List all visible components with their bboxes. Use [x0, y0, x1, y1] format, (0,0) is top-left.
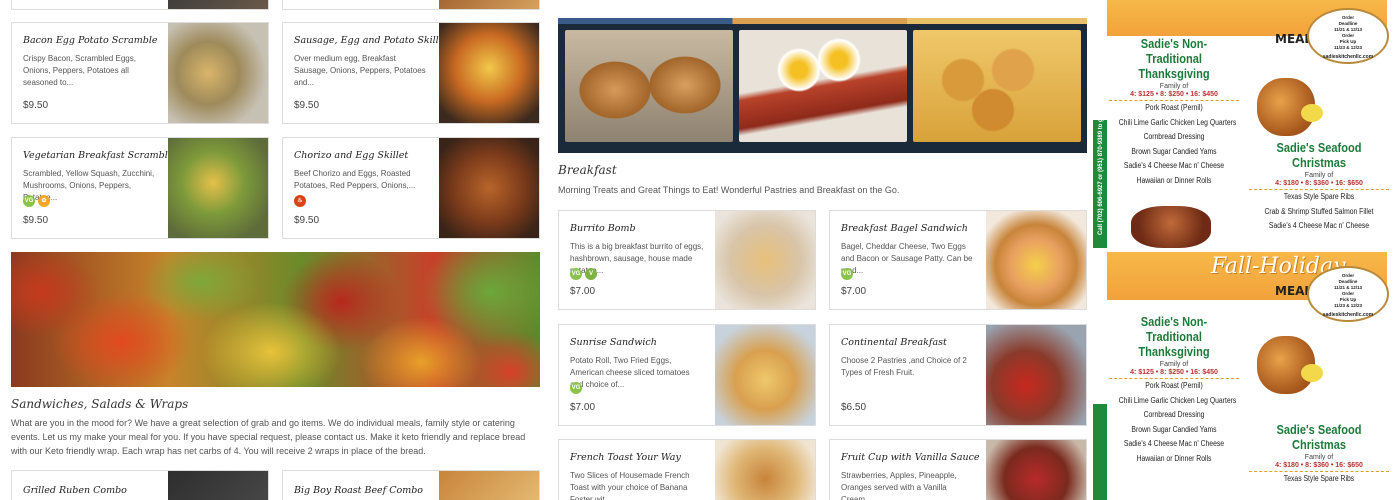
item-price: $9.50 — [294, 215, 320, 226]
bacon-eggs-image — [739, 30, 907, 142]
item-description: Bagel, Cheddar Cheese, Two Eggs and Baco… — [841, 242, 973, 275]
dietary-badges: ♨ — [294, 195, 306, 207]
section-description-breakfast: Morning Treats and Great Things to Eat! … — [558, 185, 900, 195]
christmas-menu: Sadie's Seafood Christmas Family of 4: $… — [1249, 140, 1389, 234]
menu-card[interactable]: Continental Breakfast Choose 2 Pastries … — [829, 324, 1087, 426]
holiday-flyer-image[interactable]: Fall-Holiday MEAL DEALS OrderDeadline11/… — [1093, 252, 1400, 500]
food-image — [715, 440, 815, 500]
food-image — [715, 211, 815, 309]
menu-card[interactable]: Big Boy Roast Beef Combo — [282, 470, 540, 500]
item-description: Potato Roll, Two Fried Eggs, American ch… — [570, 356, 690, 389]
gallery-top-strip — [558, 18, 1087, 24]
lemon-image — [1301, 104, 1323, 122]
menu-card-top-cutoff[interactable] — [282, 0, 540, 10]
spicy-badge-icon: ♨ — [294, 195, 306, 207]
lemon-image — [1301, 364, 1323, 382]
gf-badge-icon: ✿ — [38, 195, 50, 207]
item-price: $9.50 — [23, 100, 49, 111]
item-title: Grilled Ruben Combo — [23, 485, 127, 496]
v-badge-icon: V — [585, 268, 597, 280]
thanksgiving-menu: Sadie's Non-Traditional Thanksgiving Fam… — [1109, 314, 1239, 466]
item-price: $7.00 — [570, 402, 596, 413]
item-description: Crispy Bacon, Scrambled Eggs, Onions, Pe… — [23, 54, 136, 87]
menu-card[interactable]: Bacon Egg Potato Scramble Crispy Bacon, … — [11, 22, 269, 124]
food-image — [168, 0, 268, 9]
menu-card-top-cutoff[interactable] — [11, 0, 269, 10]
item-title: Breakfast Bagel Sandwich — [841, 223, 968, 234]
item-title: Bacon Egg Potato Scramble — [23, 35, 158, 46]
vg-badge-icon: VG — [23, 195, 35, 207]
food-image — [439, 0, 539, 9]
flyer-side-text: Call (702) 606-6927 or (951) 870-9389 to… — [1098, 38, 1104, 235]
item-title: Sunrise Sandwich — [570, 337, 657, 348]
food-image — [168, 471, 268, 500]
item-description: Over medium egg, Breakfast Sausage, Onio… — [294, 54, 426, 87]
food-image — [986, 211, 1086, 309]
item-title: Fruit Cup with Vanilla Sauce — [841, 452, 980, 463]
food-image — [168, 23, 268, 123]
item-price: $9.50 — [23, 215, 49, 226]
item-title: Chorizo and Egg Skillet — [294, 150, 409, 161]
item-description: Strawberries, Apples, Pineapple, Oranges… — [841, 471, 957, 500]
food-image — [439, 471, 539, 500]
menu-card[interactable]: Burrito Bomb This is a big breakfast bur… — [558, 210, 816, 310]
menu-card[interactable]: Sausage, Egg and Potato Skillet Over med… — [282, 22, 540, 124]
vg-badge-icon: VG — [841, 268, 853, 280]
section-description-sandwiches: What are you in the mood for? We have a … — [11, 418, 526, 456]
dietary-badges: VG — [841, 268, 853, 280]
food-image — [715, 325, 815, 425]
muffins-image — [565, 30, 733, 142]
beignets-image — [913, 30, 1081, 142]
item-title: Vegetarian Breakfast Scramble — [23, 150, 174, 161]
flyer-side-bar — [1093, 404, 1107, 500]
dietary-badges: VG V — [570, 268, 597, 280]
menu-card[interactable]: Sunrise Sandwich Potato Roll, Two Fried … — [558, 324, 816, 426]
menu-card[interactable]: Chorizo and Egg Skillet Beef Chorizo and… — [282, 137, 540, 239]
vg-badge-icon: VG — [570, 268, 582, 280]
menu-card[interactable]: Fruit Cup with Vanilla Sauce Strawberrie… — [829, 439, 1087, 500]
dietary-badges: VG — [570, 382, 582, 394]
item-title: Big Boy Roast Beef Combo — [294, 485, 424, 496]
food-image — [986, 440, 1086, 500]
item-price: $7.00 — [841, 286, 867, 297]
menu-card[interactable]: Vegetarian Breakfast Scramble Scrambled,… — [11, 137, 269, 239]
item-description: Beef Chorizo and Eggs, Roasted Potatoes,… — [294, 169, 416, 190]
item-price: $6.50 — [841, 402, 867, 413]
menu-card[interactable]: Breakfast Bagel Sandwich Bagel, Cheddar … — [829, 210, 1087, 310]
item-title: French Toast Your Way — [570, 452, 681, 463]
item-description: Two Slices of Housemade French Toast wit… — [570, 471, 690, 500]
food-image — [439, 23, 539, 123]
food-image — [168, 138, 268, 238]
item-title: Sausage, Egg and Potato Skillet — [294, 35, 449, 46]
breakfast-gallery — [558, 18, 1087, 153]
vegetables-banner-image — [11, 252, 540, 387]
menu-card[interactable]: Grilled Ruben Combo — [11, 470, 269, 500]
dietary-badges: VG ✿ — [23, 195, 50, 207]
item-title: Continental Breakfast — [841, 337, 947, 348]
section-title-sandwiches: Sandwiches, Salads & Wraps — [11, 397, 189, 411]
food-image — [439, 138, 539, 238]
ribs-image — [1131, 206, 1211, 248]
item-price: $7.00 — [570, 286, 596, 297]
section-title-breakfast: Breakfast — [558, 163, 617, 177]
vg-badge-icon: VG — [570, 382, 582, 394]
item-description: Choose 2 Pastries ,and Choice of 2 Types… — [841, 356, 967, 377]
thanksgiving-menu: Sadie's Non-Traditional Thanksgiving Fam… — [1109, 36, 1239, 188]
flyer-deadline-badge: Order Deadline 11/21 & 12/13 Order Pick Up 11… — [1307, 8, 1389, 64]
flyer-deadline-badge: Order Deadline 11/21 & 12/13 Order Pick Up 11… — [1307, 266, 1389, 322]
food-image — [986, 325, 1086, 425]
menu-card[interactable]: French Toast Your Way Two Slices of Hous… — [558, 439, 816, 500]
christmas-menu: Sadie's Seafood Christmas Family of 4: $… — [1249, 422, 1389, 487]
item-price: $9.50 — [294, 100, 320, 111]
holiday-flyer-image[interactable]: MEAL DEALS OrderDeadline11/21 & 12/13Ord… — [1093, 0, 1400, 248]
item-title: Burrito Bomb — [570, 223, 636, 234]
